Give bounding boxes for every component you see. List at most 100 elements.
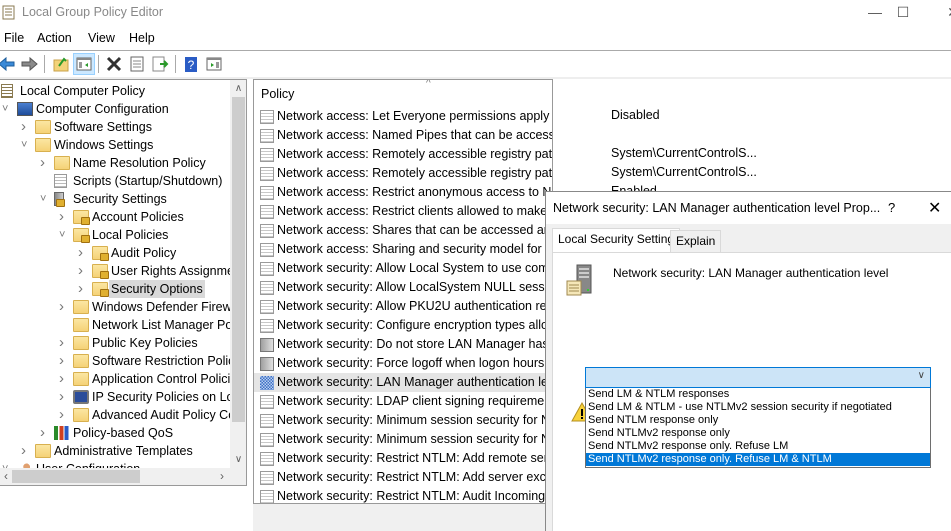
policy-row[interactable]: Network security: LAN Manager authentica… bbox=[254, 373, 552, 392]
up-folder-icon[interactable] bbox=[51, 54, 71, 74]
policy-row[interactable]: Network security: Configure encryption t… bbox=[254, 316, 552, 335]
policy-row[interactable]: Network security: Minimum session securi… bbox=[254, 411, 552, 430]
tree-horizontal-scrollbar[interactable]: ‹ › bbox=[0, 468, 230, 485]
chevron-right-icon[interactable]: › bbox=[40, 154, 50, 172]
menu-help[interactable]: Help bbox=[129, 31, 155, 45]
dropdown-option[interactable]: Send NTLMv2 response only bbox=[586, 427, 930, 440]
chevron-right-icon[interactable]: › bbox=[78, 262, 88, 280]
policy-row[interactable]: Network security: Allow LocalSystem NULL… bbox=[254, 278, 552, 297]
export-list-icon[interactable] bbox=[150, 54, 170, 74]
policy-row[interactable]: Network security: Restrict NTLM: Audit I… bbox=[254, 487, 552, 503]
scroll-right-icon[interactable]: › bbox=[216, 468, 228, 485]
dialog-help-button[interactable]: ? bbox=[888, 200, 895, 215]
tree-item[interactable]: ˅ Security Settings bbox=[0, 190, 230, 208]
tree-item[interactable]: › Policy-based QoS bbox=[0, 424, 230, 442]
policy-name: Network security: Do not store LAN Manag… bbox=[277, 337, 553, 351]
chevron-down-icon[interactable]: ˅ bbox=[59, 226, 69, 244]
maximize-button[interactable]: ☐ bbox=[880, 0, 926, 26]
chevron-right-icon[interactable]: › bbox=[40, 424, 50, 442]
dialog-close-button[interactable]: ✕ bbox=[928, 198, 941, 218]
tree-item[interactable]: ˅ Windows Settings bbox=[0, 136, 230, 154]
scroll-left-icon[interactable]: ‹ bbox=[0, 468, 12, 485]
tree-item[interactable]: › Windows Defender Firewall bbox=[0, 298, 244, 316]
help-icon[interactable]: ? bbox=[181, 54, 201, 74]
policy-name: Network access: Restrict clients allowed… bbox=[277, 204, 552, 218]
chevron-down-icon[interactable]: ∨ bbox=[918, 370, 925, 381]
policy-row[interactable]: Network access: Remotely accessible regi… bbox=[254, 164, 552, 183]
chevron-right-icon[interactable]: › bbox=[21, 118, 31, 136]
properties-dialog: Network security: LAN Manager authentica… bbox=[545, 191, 951, 531]
chevron-right-icon[interactable]: › bbox=[59, 388, 69, 406]
delete-icon[interactable] bbox=[104, 54, 124, 74]
tree-item[interactable]: › Administrative Templates bbox=[0, 442, 230, 460]
tree-item[interactable]: › Name Resolution Policy bbox=[0, 154, 230, 172]
chevron-right-icon[interactable]: › bbox=[21, 442, 31, 460]
chevron-right-icon[interactable]: › bbox=[59, 334, 69, 352]
properties-icon[interactable] bbox=[127, 54, 147, 74]
policy-name: Network security: Minimum session securi… bbox=[277, 413, 552, 427]
auth-level-combobox[interactable]: ∨ bbox=[585, 367, 931, 388]
policy-row[interactable]: Network security: Restrict NTLM: Add rem… bbox=[254, 449, 552, 468]
tree-item[interactable]: › Advanced Audit Policy Configuration bbox=[0, 406, 246, 424]
show-hide-tree-icon[interactable] bbox=[73, 53, 95, 75]
chevron-down-icon[interactable]: ˅ bbox=[40, 190, 50, 208]
policy-row[interactable]: Network security: Minimum session securi… bbox=[254, 430, 552, 449]
menu-action[interactable]: Action bbox=[37, 31, 72, 45]
policy-row[interactable]: Network access: Sharing and security mod… bbox=[254, 240, 552, 259]
policy-row[interactable]: Network security: Do not store LAN Manag… bbox=[254, 335, 553, 354]
policy-row[interactable]: Network access: Remotely accessible regi… bbox=[254, 145, 552, 164]
tree-item[interactable]: › User Rights Assignment bbox=[0, 262, 244, 280]
scroll-thumb[interactable] bbox=[12, 470, 140, 483]
tree-vertical-scrollbar[interactable]: ∧ ∨ bbox=[230, 80, 246, 468]
chevron-right-icon[interactable]: › bbox=[59, 370, 69, 388]
chevron-right-icon[interactable]: › bbox=[59, 352, 69, 370]
chevron-down-icon[interactable]: ˅ bbox=[21, 136, 31, 154]
tab-local-security-setting[interactable]: Local Security Setting bbox=[552, 228, 681, 252]
tree-item[interactable]: Local Computer Policy bbox=[0, 82, 230, 100]
policy-row[interactable]: Network access: Restrict clients allowed… bbox=[254, 202, 552, 221]
dropdown-option[interactable]: Send LM & NTLM responses bbox=[586, 388, 930, 401]
policy-row[interactable]: Network access: Named Pipes that can be … bbox=[254, 126, 552, 145]
dropdown-option[interactable]: Send NTLM response only bbox=[586, 414, 930, 427]
tree-item[interactable]: › Software Restriction Policies bbox=[0, 352, 246, 370]
back-icon[interactable] bbox=[0, 54, 17, 74]
tree-item[interactable]: ˅ Local Policies bbox=[0, 226, 230, 244]
menu-view[interactable]: View bbox=[88, 31, 115, 45]
show-action-pane-icon[interactable] bbox=[204, 54, 224, 74]
dropdown-option[interactable]: Send NTLMv2 response only. Refuse LM & N… bbox=[586, 453, 930, 466]
policy-row[interactable]: Network security: Allow PKU2U authentica… bbox=[254, 297, 552, 316]
chevron-right-icon[interactable]: › bbox=[59, 208, 69, 226]
chevron-right-icon[interactable]: › bbox=[59, 298, 69, 316]
scroll-thumb[interactable] bbox=[232, 97, 245, 422]
tree-item[interactable]: › IP Security Policies on Local Computer bbox=[0, 388, 246, 406]
dropdown-option[interactable]: Send NTLMv2 response only. Refuse LM bbox=[586, 440, 930, 453]
column-header-policy[interactable]: Policy bbox=[261, 87, 294, 101]
tree-item[interactable]: › Software Settings bbox=[0, 118, 230, 136]
policy-row[interactable]: Network access: Shares that can be acces… bbox=[254, 221, 552, 240]
chevron-right-icon[interactable]: › bbox=[78, 244, 88, 262]
chevron-right-icon[interactable]: › bbox=[59, 406, 69, 424]
policy-row[interactable]: Network access: Restrict anonymous acces… bbox=[254, 183, 552, 202]
tree-item[interactable]: Scripts (Startup/Shutdown) bbox=[0, 172, 230, 190]
tree-item[interactable]: › Security Options bbox=[0, 280, 230, 298]
menu-file[interactable]: File bbox=[4, 31, 24, 45]
policy-row[interactable]: Network access: Let Everyone permissions… bbox=[254, 107, 552, 126]
tree-item[interactable]: › Public Key Policies bbox=[0, 334, 230, 352]
forward-icon[interactable] bbox=[19, 54, 39, 74]
tree-item[interactable]: › Application Control Policies bbox=[0, 370, 243, 388]
policy-row[interactable]: Network security: Force logoff when logo… bbox=[254, 354, 552, 373]
policy-row[interactable]: Network security: Restrict NTLM: Add ser… bbox=[254, 468, 552, 487]
tree-item[interactable]: Network List Manager Policies bbox=[0, 316, 246, 334]
tree-item[interactable]: ˅ Computer Configuration bbox=[0, 100, 230, 118]
policy-row[interactable]: Network security: LDAP client signing re… bbox=[254, 392, 552, 411]
scroll-down-icon[interactable]: ∨ bbox=[230, 451, 246, 468]
tab-explain[interactable]: Explain bbox=[670, 230, 722, 252]
tree-item[interactable]: › Audit Policy bbox=[0, 244, 230, 262]
chevron-right-icon[interactable]: › bbox=[78, 280, 88, 298]
scroll-up-icon[interactable]: ∧ bbox=[230, 80, 246, 97]
chevron-down-icon[interactable]: ˅ bbox=[2, 100, 12, 118]
tree-item[interactable]: › Account Policies bbox=[0, 208, 230, 226]
close-button[interactable]: ✕ bbox=[930, 0, 951, 26]
dropdown-option[interactable]: Send LM & NTLM - use NTLMv2 session secu… bbox=[586, 401, 930, 414]
policy-row[interactable]: Network security: Allow Local System to … bbox=[254, 259, 552, 278]
